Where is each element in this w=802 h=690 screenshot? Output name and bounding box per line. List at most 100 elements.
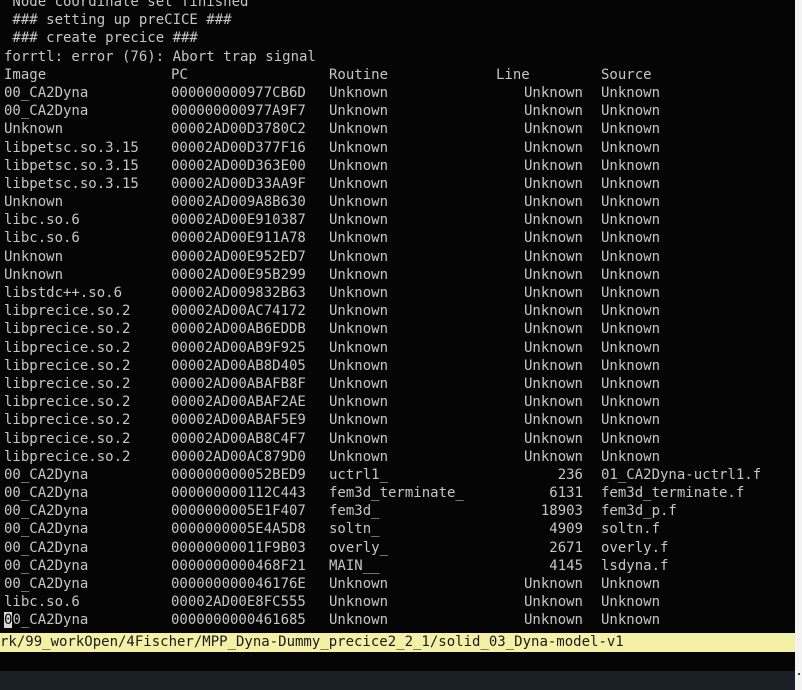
row-routine: Unknown	[329, 448, 389, 465]
header-source: Source	[601, 66, 652, 83]
row-line: Unknown	[523, 84, 583, 101]
row-source: Unknown	[601, 212, 661, 229]
row-pc: 00002AD00E910387	[171, 212, 306, 229]
traceback-row: libprecice.so.2 00002AD00AB6EDDB Unknown Un…	[0, 320, 795, 338]
traceback-row: libprecice.so.2 00002AD00AC74172 Unknown Un…	[0, 302, 795, 320]
row-routine: Unknown	[329, 175, 389, 192]
terminal-window[interactable]: Node coordinate set finished ### setting…	[0, 0, 802, 690]
row-source: overly.f	[601, 539, 669, 556]
row-image: 00_CA2Dyna	[4, 485, 89, 502]
row-image: 00_CA2Dyna	[4, 539, 89, 556]
row-line: Unknown	[523, 248, 583, 265]
status-bar-path: rk/99_workOpen/4Fischer/MPP_Dyna-Dummy_p…	[0, 633, 795, 652]
row-routine: Unknown	[329, 230, 389, 247]
traceback-row: 00_CA2Dyna 000000000112C443 fem3d_terminat…	[0, 484, 795, 502]
traceback-row: libpetsc.so.3.15 00002AD00D33AA9F Unknown U…	[0, 175, 795, 193]
row-pc: 00000000011F9B03	[171, 539, 306, 556]
row-routine: Unknown	[329, 157, 389, 174]
row-pc: 000000000052BED9	[171, 466, 306, 483]
row-source: Unknown	[601, 448, 661, 465]
row-line: Unknown	[523, 594, 583, 611]
row-source: Unknown	[601, 230, 661, 247]
row-image: 00_CA2Dyna	[4, 503, 89, 520]
row-line: 236	[557, 466, 583, 483]
last-row-image-text: 0_CA2Dyna	[12, 612, 89, 629]
row-image: libpetsc.so.3.15	[4, 139, 139, 156]
row-routine: overly_	[329, 539, 389, 556]
row-image: 00_CA2Dyna	[4, 103, 89, 120]
row-routine: uctrl1_	[329, 466, 389, 483]
traceback-row: libc.so.6 00002AD00E8FC555 Unknown Unknown U…	[0, 593, 795, 611]
row-pc: 00002AD00E952ED7	[171, 248, 306, 265]
row-source: Unknown	[601, 339, 661, 356]
row-source: lsdyna.f	[601, 557, 669, 574]
row-source: Unknown	[601, 103, 661, 120]
row-line: Unknown	[523, 121, 583, 138]
row-line: Unknown	[523, 357, 583, 374]
row-source: Unknown	[601, 157, 661, 174]
row-pc: 0000000005E1F407	[171, 503, 306, 520]
row-line: 18903	[540, 503, 583, 520]
row-image: libprecice.so.2	[4, 303, 131, 320]
row-routine: MAIN__	[329, 557, 380, 574]
row-image: libprecice.so.2	[4, 430, 131, 447]
row-line: Unknown	[523, 266, 583, 283]
row-image: libprecice.so.2	[4, 339, 131, 356]
output-line: Node coordinate set finished	[4, 0, 249, 10]
row-routine: Unknown	[329, 285, 389, 301]
row-image: 00_CA2Dyna	[4, 84, 89, 101]
header-routine: Routine	[329, 66, 389, 83]
row-pc: 00002AD00D377F16	[171, 139, 306, 156]
output-line: ### setting up preCICE ###	[4, 12, 232, 29]
row-line: Unknown	[523, 321, 583, 338]
row-pc: 00002AD00ABAFB8F	[171, 375, 306, 392]
row-source: Unknown	[601, 412, 661, 429]
row-image: Unknown	[4, 266, 64, 283]
row-source: fem3d_terminate.f	[601, 485, 745, 502]
row-routine: Unknown	[329, 266, 389, 283]
row-routine: Unknown	[329, 303, 389, 320]
traceback-row: 00_CA2Dyna 000000000052BED9 uctrl1_ 236 01_C…	[0, 466, 795, 484]
row-source: soltn.f	[601, 521, 661, 538]
row-source: Unknown	[601, 248, 661, 265]
row-pc: 00002AD00AC879D0	[171, 448, 306, 465]
row-line: Unknown	[523, 339, 583, 356]
row-pc: 0000000000468F21	[171, 557, 306, 574]
traceback-row: 00_CA2Dyna 0000000005E4A5D8 soltn_ 4909 solt…	[0, 520, 795, 538]
row-pc: 00002AD009A8B630	[171, 194, 306, 211]
traceback-row: 00_CA2Dyna 000000000977A9F7 Unknown Unknown…	[0, 102, 795, 120]
row-pc: 00002AD00AC74172	[171, 303, 306, 320]
terminal-output: Node coordinate set finished ### setting…	[0, 0, 795, 630]
row-routine: Unknown	[329, 121, 389, 138]
row-image: Unknown	[4, 248, 64, 265]
row-routine: Unknown	[329, 248, 389, 265]
header-image: Image	[4, 66, 47, 83]
error-line: forrtl: error (76): Abort trap signal	[4, 48, 316, 65]
row-routine: Unknown	[329, 394, 389, 411]
row-routine: Unknown	[329, 357, 389, 374]
row-image: libc.so.6	[4, 594, 80, 611]
row-routine: fem3d_	[329, 503, 380, 520]
row-routine: Unknown	[329, 375, 389, 392]
output-line: ### create precice ###	[4, 30, 198, 47]
row-line: 4145	[549, 557, 583, 574]
row-source: Unknown	[601, 285, 661, 301]
traceback-row: Unknown 00002AD00E95B299 Unknown Unknown Unk…	[0, 266, 795, 284]
row-line: Unknown	[523, 212, 583, 229]
row-image: libprecice.so.2	[4, 394, 131, 411]
traceback-row: 00_CA2Dyna 0000000000468F21 MAIN__ 4145 lsdy…	[0, 557, 795, 575]
row-pc: 00002AD009832B63	[171, 285, 306, 301]
row-line: Unknown	[523, 430, 583, 447]
header-pc: PC	[171, 66, 188, 83]
traceback-row: libprecice.so.2 00002AD00ABAF2AE Unknown Un…	[0, 393, 795, 411]
last-row-pc: 0000000000461685	[171, 612, 306, 629]
row-line: Unknown	[523, 412, 583, 429]
row-pc: 00002AD00ABAF2AE	[171, 394, 306, 411]
row-line: Unknown	[523, 448, 583, 465]
row-pc: 00002AD00AB9F925	[171, 339, 306, 356]
row-line: Unknown	[523, 194, 583, 211]
traceback-row: libc.so.6 00002AD00E910387 Unknown Unknown U…	[0, 211, 795, 229]
row-routine: Unknown	[329, 430, 389, 447]
traceback-row: 00_CA2Dyna 000000000977CB6D Unknown Unknown…	[0, 84, 795, 102]
last-row-routine: Unknown	[329, 612, 389, 629]
